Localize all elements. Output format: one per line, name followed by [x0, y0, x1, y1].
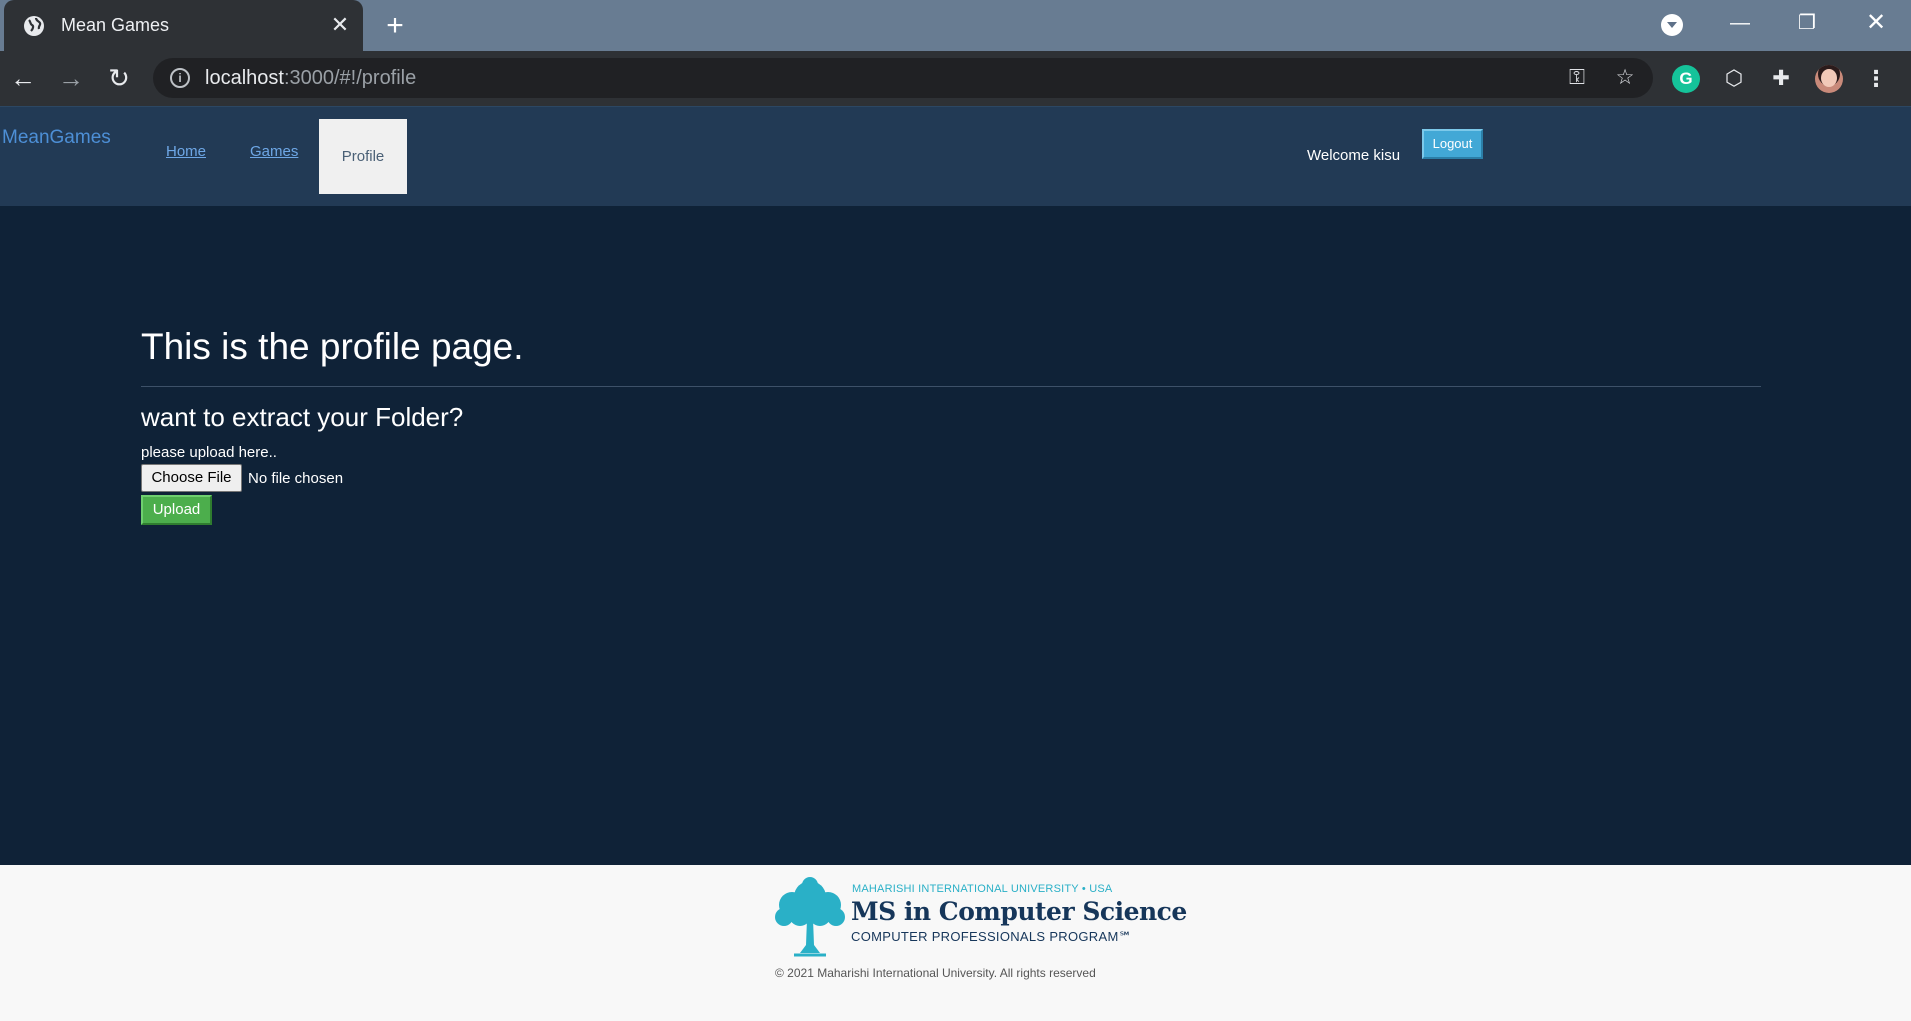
puzzle-icon[interactable]: ✚	[1767, 65, 1795, 93]
logo-university-text: MAHARISHI INTERNATIONAL UNIVERSITY • USA	[852, 883, 1113, 895]
section-heading: want to extract your Folder?	[141, 402, 464, 432]
main-content: This is the profile page. want to extrac…	[0, 206, 1911, 865]
browser-toolbar: ← → ↻ i localhost:3000/#!/profile ⚿ ☆ G …	[0, 51, 1911, 106]
browser-tab-bar: Mean Games ✕ + — ❐ ✕	[0, 0, 1911, 51]
tab-search-icon[interactable]	[1661, 14, 1683, 36]
upload-button[interactable]: Upload	[141, 495, 212, 525]
url-path: :3000/#!/profile	[283, 67, 417, 89]
brand-link[interactable]: MeanGames	[2, 127, 111, 149]
page-title: This is the profile page.	[141, 326, 524, 367]
tab-title: Mean Games	[61, 15, 170, 35]
kebab-menu-icon[interactable]: ⋮	[1862, 65, 1890, 93]
logo-title-text: MS in Computer Science	[851, 897, 1187, 926]
close-icon[interactable]: ✕	[328, 13, 352, 37]
nav-games-link[interactable]: Games	[250, 143, 298, 160]
url-text[interactable]: localhost:3000/#!/profile	[205, 67, 416, 89]
copyright-text: © 2021 Maharishi International Universit…	[775, 966, 1096, 980]
browser-tab[interactable]: Mean Games ✕	[4, 0, 363, 51]
restore-icon[interactable]: ❐	[1787, 8, 1827, 38]
avatar[interactable]	[1815, 65, 1843, 93]
minimize-icon[interactable]: —	[1720, 8, 1760, 38]
plus-icon[interactable]: +	[380, 11, 410, 41]
info-icon[interactable]: i	[170, 68, 190, 88]
logo-subtitle-text: COMPUTER PROFESSIONALS PROGRAM℠	[851, 929, 1133, 944]
file-status-text: No file chosen	[248, 470, 344, 487]
site-navbar: MeanGames Home Games Profile Welcome kis…	[0, 106, 1911, 206]
logout-button[interactable]: Logout	[1422, 129, 1483, 159]
footer: MAHARISHI INTERNATIONAL UNIVERSITY • USA…	[0, 865, 1911, 1021]
nav-home-link[interactable]: Home	[166, 143, 206, 160]
key-icon[interactable]: ⚿	[1565, 66, 1589, 90]
window-close-icon[interactable]: ✕	[1856, 8, 1896, 38]
url-host: localhost	[205, 67, 284, 89]
star-icon[interactable]: ☆	[1613, 66, 1637, 90]
upload-label: please upload here..	[141, 444, 277, 461]
divider	[141, 386, 1761, 387]
globe-icon	[24, 16, 44, 36]
forward-arrow-icon[interactable]: →	[56, 63, 86, 93]
back-arrow-icon[interactable]: ←	[8, 63, 38, 93]
tree-logo-icon	[775, 877, 845, 957]
welcome-text: Welcome kisu	[1307, 147, 1401, 164]
address-bar[interactable]: i localhost:3000/#!/profile ⚿ ☆	[153, 58, 1653, 98]
cube-icon[interactable]: ⬡	[1720, 65, 1748, 93]
nav-profile-tab[interactable]: Profile	[319, 119, 407, 194]
choose-file-button[interactable]: Choose File	[141, 464, 242, 492]
grammarly-icon[interactable]: G	[1672, 65, 1700, 93]
reload-icon[interactable]: ↻	[104, 63, 134, 93]
